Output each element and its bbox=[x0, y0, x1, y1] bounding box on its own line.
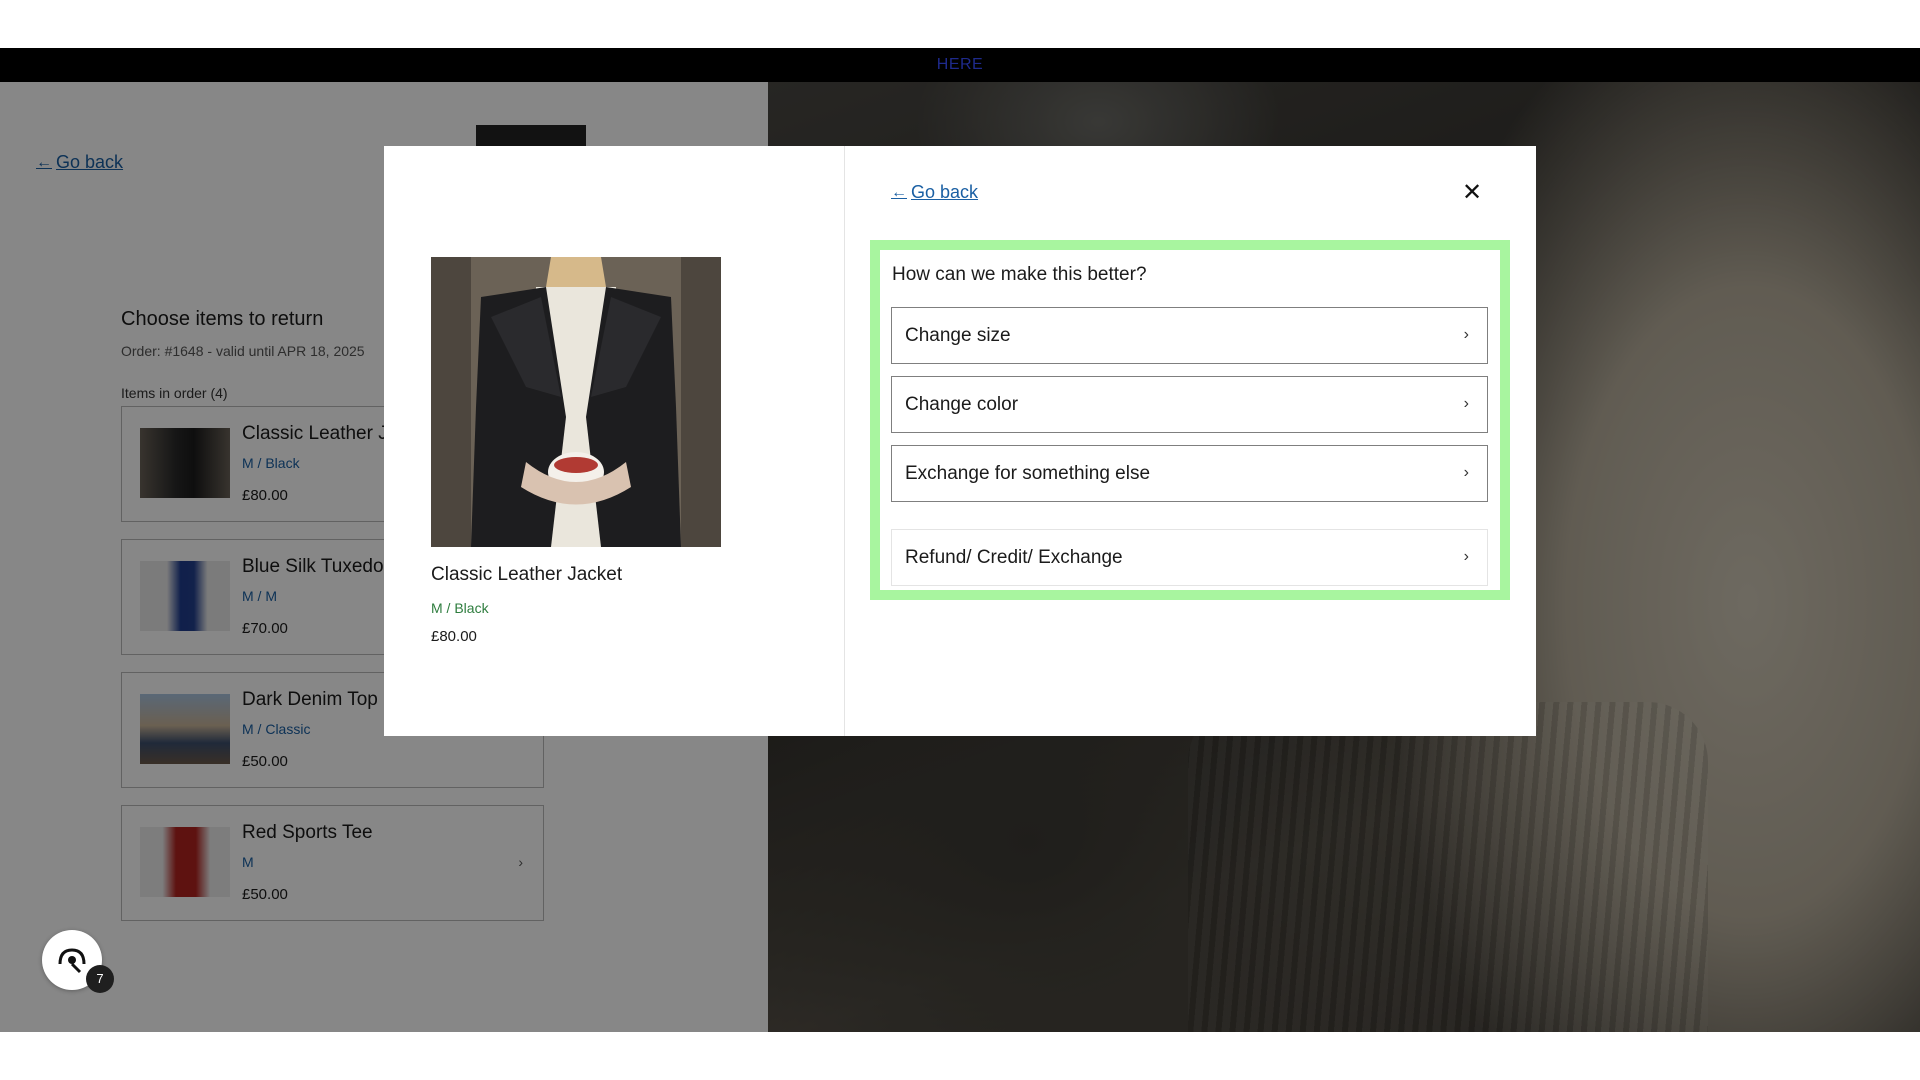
app-root: HERE ← Go back Choose items to return Or… bbox=[0, 0, 1920, 1080]
refund-credit-exchange-option[interactable]: Refund/ Credit/ Exchange › bbox=[891, 529, 1488, 586]
change-color-option[interactable]: Change color › bbox=[891, 376, 1488, 433]
chevron-right-icon: › bbox=[1463, 548, 1469, 565]
panel-question: How can we make this better? bbox=[892, 264, 1147, 285]
option-label: Exchange for something else bbox=[905, 463, 1151, 484]
modal-product-summary: Classic Leather Jacket M / Black £80.00 bbox=[384, 146, 845, 736]
announcement-text: HERE bbox=[936, 56, 984, 73]
option-label: Change size bbox=[905, 325, 1011, 346]
announcement-bar: HERE bbox=[0, 48, 1920, 82]
modal-go-back-label: Go back bbox=[911, 182, 979, 202]
exchange-other-option[interactable]: Exchange for something else › bbox=[891, 445, 1488, 502]
arrow-left-icon: ← bbox=[891, 183, 907, 201]
change-size-option[interactable]: Change size › bbox=[891, 307, 1488, 364]
option-label: Change color bbox=[905, 394, 1019, 415]
exchange-options-panel: How can we make this better? Change size… bbox=[870, 240, 1510, 600]
product-image bbox=[431, 257, 721, 547]
modal-go-back-link[interactable]: ← Go back bbox=[891, 182, 978, 203]
product-name: Classic Leather Jacket bbox=[431, 564, 623, 585]
returns-page: ← Go back Choose items to return Order: … bbox=[0, 82, 1920, 1032]
option-label: Refund/ Credit/ Exchange bbox=[905, 547, 1123, 568]
close-icon: ✕ bbox=[1461, 179, 1483, 206]
chevron-right-icon: › bbox=[1463, 395, 1469, 412]
exchange-modal: Classic Leather Jacket M / Black £80.00 … bbox=[384, 146, 1536, 736]
chevron-right-icon: › bbox=[1463, 464, 1469, 481]
modal-options-pane: ← Go back ✕ How can we make this better?… bbox=[845, 146, 1536, 736]
leather-jacket-photo bbox=[431, 257, 721, 547]
product-price: £80.00 bbox=[431, 628, 477, 645]
close-button[interactable]: ✕ bbox=[1457, 178, 1487, 208]
product-variant: M / Black bbox=[431, 600, 489, 616]
chevron-right-icon: › bbox=[1463, 326, 1469, 343]
